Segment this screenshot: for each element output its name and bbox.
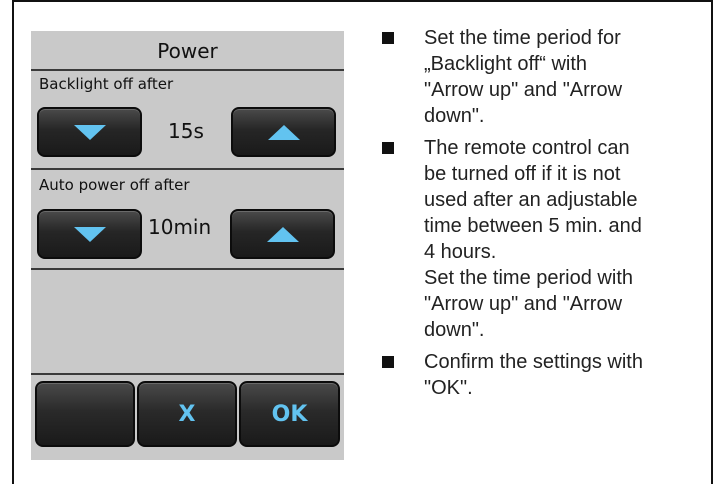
auto-power-up-button[interactable] [230, 209, 335, 259]
arrow-down-icon [74, 227, 106, 242]
instruction-list: Set the time period for „Backlight off“ … [380, 25, 710, 407]
arrow-up-icon [267, 227, 299, 242]
instruction-item: The remote control can be turned off if … [380, 135, 710, 343]
instruction-text: The remote control can be turned off if … [424, 137, 642, 341]
backlight-down-button[interactable] [37, 107, 142, 157]
backlight-up-button[interactable] [231, 107, 336, 157]
cancel-button[interactable]: X [137, 381, 237, 447]
blank-button[interactable] [35, 381, 135, 447]
auto-power-value: 10min [148, 215, 212, 239]
divider [31, 168, 344, 170]
backlight-label: Backlight off after [39, 75, 174, 93]
instruction-text: Set the time period for „Backlight off“ … [424, 27, 623, 127]
square-bullet-icon [382, 356, 394, 368]
square-bullet-icon [382, 142, 394, 154]
auto-power-label: Auto power off after [39, 176, 190, 194]
divider [31, 69, 344, 71]
arrow-down-icon [74, 125, 106, 140]
screen-title: Power [157, 39, 218, 63]
divider [31, 268, 344, 270]
square-bullet-icon [382, 32, 394, 44]
ok-button[interactable]: OK [239, 381, 340, 447]
instruction-item: Confirm the settings with "OK". [380, 349, 710, 401]
divider [31, 373, 344, 375]
device-screen: Power Backlight off after 15s Auto power… [31, 31, 344, 460]
instruction-item: Set the time period for „Backlight off“ … [380, 25, 710, 129]
instruction-text: Confirm the settings with "OK". [424, 351, 643, 399]
backlight-value: 15s [168, 119, 204, 143]
auto-power-down-button[interactable] [37, 209, 142, 259]
arrow-up-icon [268, 125, 300, 140]
